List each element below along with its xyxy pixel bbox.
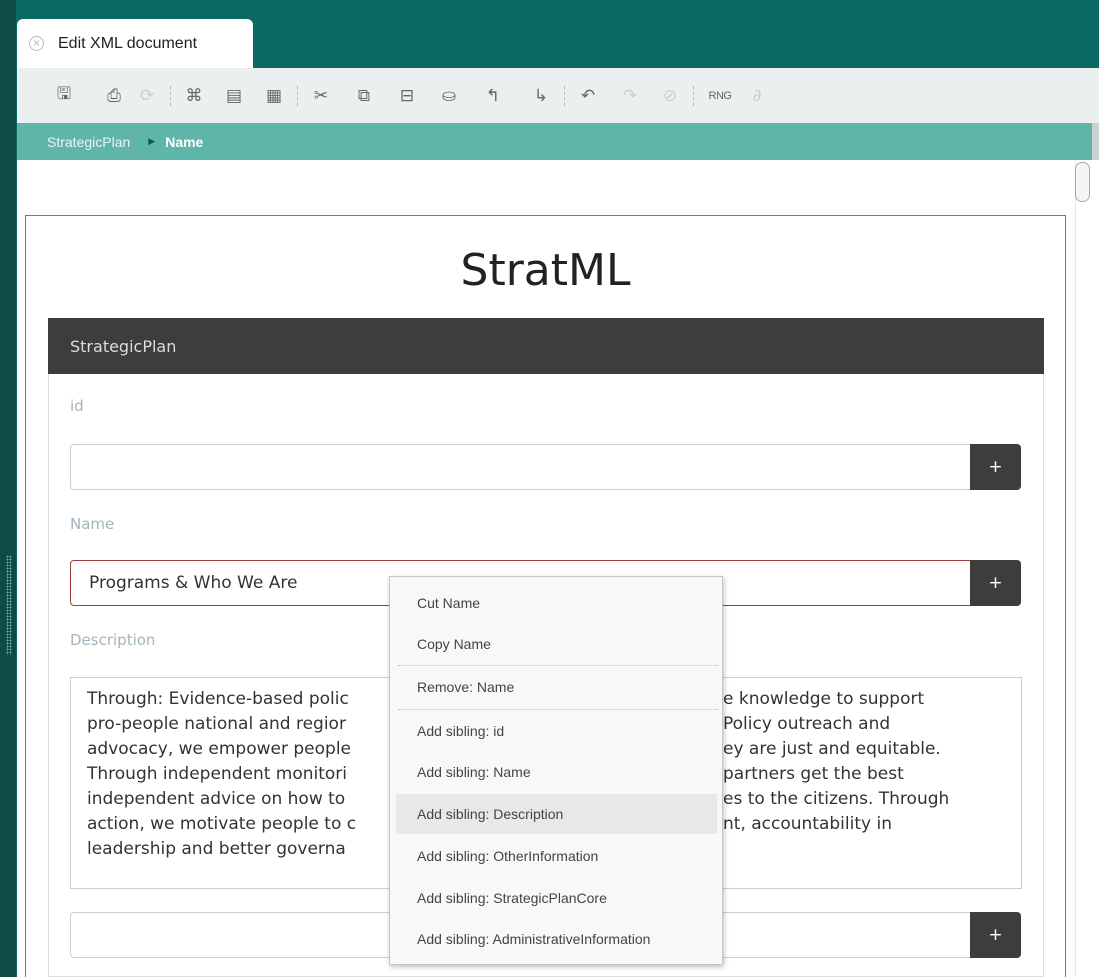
field-label-name: Name xyxy=(70,515,115,533)
description-line-right: ey are just and equitable. xyxy=(723,739,941,759)
description-line-right: Policy outreach and xyxy=(723,714,891,734)
delete-icon[interactable]: ⛀ xyxy=(436,83,462,109)
section-header-strategicplan[interactable]: StrategicPlan xyxy=(48,318,1044,374)
field-label-description: Description xyxy=(70,631,156,649)
tab-edit-xml-document[interactable]: × Edit XML document xyxy=(17,19,253,68)
description-line-right: e knowledge to support xyxy=(723,689,925,709)
redo-icon[interactable]: ↷ xyxy=(617,83,643,109)
description-text-right: e knowledge to support Policy outreach a… xyxy=(723,687,949,837)
right-edge xyxy=(1092,123,1099,160)
toolbar-separator xyxy=(564,85,565,106)
breadcrumb-arrow-icon: ▶ xyxy=(148,136,156,146)
document-title: StratML xyxy=(460,245,631,296)
tab-title: Edit XML document xyxy=(58,34,198,52)
toolbar: 🖫 ⎙ ⟳ ⌘ ▤ ▦ ✂ ⧉ ⊟ ⛀ ↰ ↳ ↶ ↷ ⊘ RNG ∂ xyxy=(17,68,1099,123)
add-other-button[interactable]: + xyxy=(970,912,1021,958)
menu-item-copy-name[interactable]: Copy Name xyxy=(396,624,717,664)
breadcrumb-item-name[interactable]: Name xyxy=(165,134,203,150)
copy-icon[interactable]: ⧉ xyxy=(351,83,377,109)
menu-item-remove-name[interactable]: Remove: Name xyxy=(396,667,717,707)
form-view-icon[interactable]: ▤ xyxy=(221,83,247,109)
id-input[interactable] xyxy=(70,444,971,490)
scrollbar-thumb[interactable] xyxy=(1075,162,1090,202)
description-line-right: partners get the best xyxy=(723,764,904,784)
close-circle-icon[interactable]: × xyxy=(29,36,44,51)
menu-item-cut-name[interactable]: Cut Name xyxy=(396,583,717,623)
add-id-button[interactable]: + xyxy=(970,444,1021,490)
toolbar-separator xyxy=(170,85,171,106)
refresh-icon[interactable]: ⟳ xyxy=(134,83,160,109)
toolbar-separator xyxy=(297,85,298,106)
menu-item-add-sibling-description[interactable]: Add sibling: Description xyxy=(396,794,717,834)
field-label-id: id xyxy=(70,397,84,415)
menu-item-add-sibling-otherinformation[interactable]: Add sibling: OtherInformation xyxy=(396,836,717,876)
menu-item-add-sibling-strategicplancore[interactable]: Add sibling: StrategicPlanCore xyxy=(396,878,717,918)
save-icon[interactable]: 🖫 xyxy=(51,83,77,109)
toolbar-separator xyxy=(693,85,694,106)
text-view-icon[interactable]: ▦ xyxy=(261,83,287,109)
validate-rng-icon[interactable]: RNG xyxy=(704,83,736,109)
resize-grip[interactable] xyxy=(6,555,12,655)
section-title: StrategicPlan xyxy=(70,336,177,356)
menu-item-add-sibling-administrativeinformation[interactable]: Add sibling: AdministrativeInformation xyxy=(396,919,717,959)
paste-icon[interactable]: ⊟ xyxy=(394,83,420,109)
context-menu: Cut Name Copy Name Remove: Name Add sibl… xyxy=(389,576,723,965)
breadcrumb: StrategicPlan ▶ Name xyxy=(17,123,1092,160)
menu-divider xyxy=(398,709,718,710)
description-line-right: nt, accountability in xyxy=(723,814,892,834)
left-frame-edge xyxy=(0,0,16,977)
add-name-button[interactable]: + xyxy=(970,560,1021,606)
description-line-right: es to the citizens. Through xyxy=(723,789,950,809)
move-down-icon[interactable]: ↳ xyxy=(528,83,554,109)
preview-icon[interactable]: ⎙ xyxy=(101,83,127,109)
move-up-icon[interactable]: ↰ xyxy=(480,83,506,109)
menu-item-add-sibling-name[interactable]: Add sibling: Name xyxy=(396,752,717,792)
link-icon[interactable]: ∂ xyxy=(744,83,770,109)
tree-view-icon[interactable]: ⌘ xyxy=(181,83,207,109)
breadcrumb-item-strategicplan[interactable]: StrategicPlan xyxy=(47,134,130,150)
cut-icon[interactable]: ✂ xyxy=(308,83,334,109)
clear-icon[interactable]: ⊘ xyxy=(657,83,683,109)
vertical-scrollbar[interactable] xyxy=(1075,160,1099,977)
menu-item-add-sibling-id[interactable]: Add sibling: id xyxy=(396,711,717,751)
menu-divider xyxy=(398,665,718,666)
undo-icon[interactable]: ↶ xyxy=(575,83,601,109)
